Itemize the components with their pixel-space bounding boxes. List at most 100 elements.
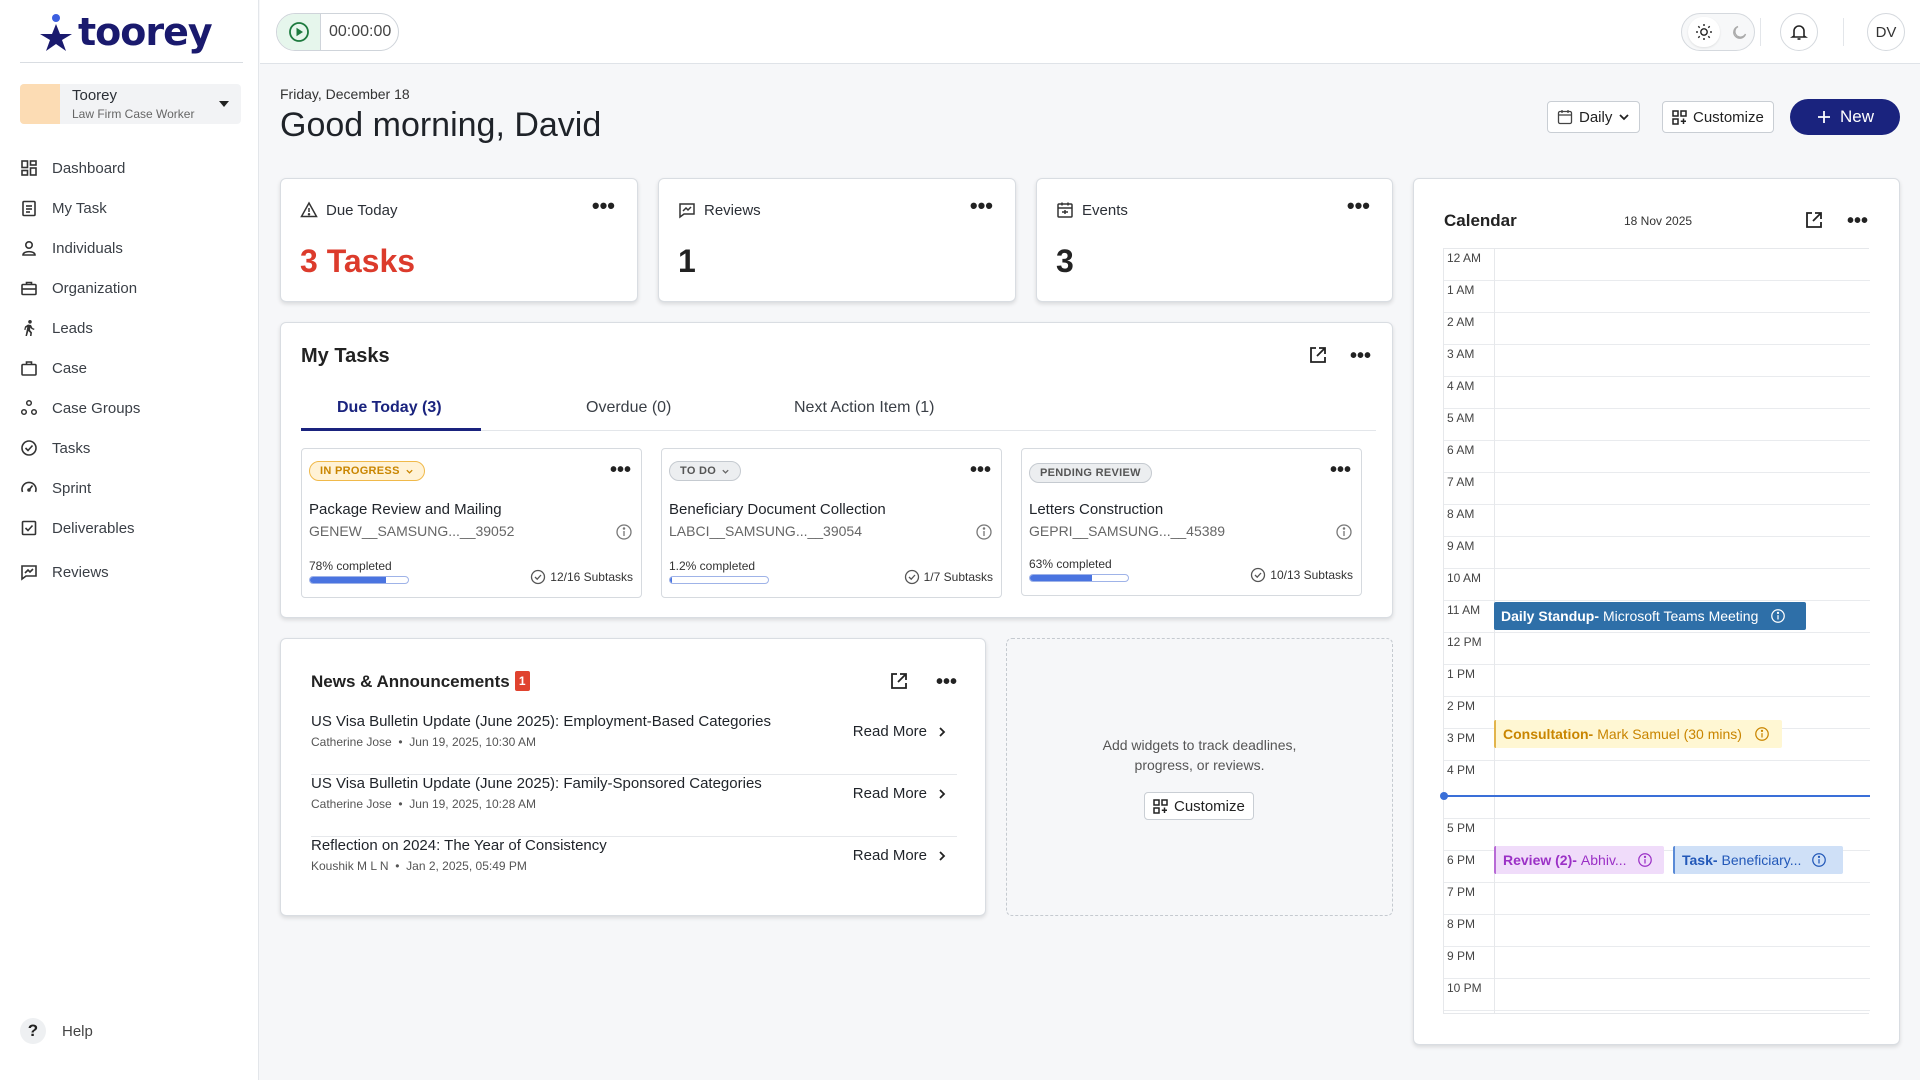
more-options-icon[interactable]: ••• xyxy=(970,195,993,217)
sidebar-item-case-groups[interactable]: Case Groups xyxy=(20,388,240,428)
customize-button[interactable]: Customize xyxy=(1662,101,1774,133)
calendar-event[interactable]: Daily Standup- Microsoft Teams Meeting xyxy=(1494,602,1806,630)
chevron-down-icon xyxy=(722,469,729,474)
news-item[interactable]: US Visa Bulletin Update (June 2025): Emp… xyxy=(311,713,957,775)
task-card[interactable]: PENDING REVIEW ••• Letters Construction … xyxy=(1021,448,1362,596)
sidebar-item-label: Individuals xyxy=(52,239,123,257)
hour-label: 5 PM xyxy=(1447,821,1476,835)
hour-row: 12 AM xyxy=(1444,249,1870,281)
news-item[interactable]: US Visa Bulletin Update (June 2025): Fam… xyxy=(311,775,957,837)
new-button[interactable]: New xyxy=(1790,99,1900,135)
news-date: Jun 19, 2025, 10:28 AM xyxy=(409,797,537,811)
sidebar-item-label: Sprint xyxy=(52,479,92,497)
warning-icon xyxy=(300,201,318,218)
chevron-right-icon xyxy=(939,788,946,799)
calendar-event[interactable]: Consultation- Mark Samuel (30 mins) xyxy=(1494,720,1782,748)
hour-label: 4 AM xyxy=(1447,379,1475,393)
task-card[interactable]: TO DO ••• Beneficiary Document Collectio… xyxy=(661,448,1002,598)
more-options-icon[interactable]: ••• xyxy=(610,460,631,480)
subtasks-count: 12/16 Subtasks xyxy=(530,569,633,585)
more-options-icon[interactable]: ••• xyxy=(1330,460,1351,480)
sidebar-item-dashboard[interactable]: Dashboard xyxy=(20,148,240,188)
sidebar-item-organization[interactable]: Organization xyxy=(20,268,240,308)
notifications-button[interactable] xyxy=(1780,13,1818,51)
kpi-card-reviews[interactable]: Reviews ••• 1 xyxy=(658,178,1016,302)
customize-widgets-button[interactable]: Customize xyxy=(1144,792,1254,820)
more-options-icon[interactable]: ••• xyxy=(1350,346,1371,366)
info-icon[interactable] xyxy=(1811,852,1827,868)
open-external-icon[interactable] xyxy=(889,671,909,691)
check-circle-icon xyxy=(531,569,546,585)
progress-bar xyxy=(669,576,769,584)
more-options-icon[interactable]: ••• xyxy=(970,460,991,480)
tab-next-action[interactable]: Next Action Item (1) xyxy=(794,399,935,417)
sidebar-item-leads[interactable]: Leads xyxy=(20,308,240,348)
info-icon[interactable] xyxy=(1754,726,1770,742)
news-widget: News & Announcements 1 ••• US Visa Bullet… xyxy=(280,638,986,916)
my-tasks-title: My Tasks xyxy=(301,345,390,367)
event-detail: Abhiv... xyxy=(1580,852,1627,868)
hour-label: 2 PM xyxy=(1447,699,1476,713)
sidebar-item-case[interactable]: Case xyxy=(20,348,240,388)
sidebar-item-reviews[interactable]: Reviews xyxy=(20,552,240,592)
hour-label: 2 AM xyxy=(1447,315,1475,329)
theme-toggle[interactable] xyxy=(1681,13,1755,51)
read-more-label: Read More xyxy=(852,847,927,864)
time-tracker[interactable]: 00:00:00 xyxy=(276,13,399,51)
sidebar-nav: Dashboard My Task Individuals Organizati… xyxy=(20,148,240,592)
subtasks-count: 10/13 Subtasks xyxy=(1250,567,1353,583)
read-more-link[interactable]: Read More xyxy=(853,723,947,740)
more-options-icon[interactable]: ••• xyxy=(592,195,615,217)
play-button[interactable] xyxy=(277,14,321,50)
view-select[interactable]: Daily xyxy=(1547,101,1641,133)
news-item[interactable]: Reflection on 2024: The Year of Consiste… xyxy=(311,837,957,899)
status-badge[interactable]: PENDING REVIEW xyxy=(1029,463,1152,483)
active-tab-indicator xyxy=(301,428,481,431)
task-title: Letters Construction xyxy=(1029,501,1164,518)
sidebar-item-tasks[interactable]: Tasks xyxy=(20,428,240,468)
more-options-icon[interactable]: ••• xyxy=(1347,195,1370,217)
sidebar-item-sprint[interactable]: Sprint xyxy=(20,468,240,508)
status-badge[interactable]: TO DO xyxy=(669,461,742,481)
help-link[interactable]: ? Help xyxy=(20,1018,93,1044)
kpi-card-due-today[interactable]: Due Today ••• 3 Tasks xyxy=(280,178,638,302)
read-more-link[interactable]: Read More xyxy=(853,785,947,802)
chevron-down-icon xyxy=(406,469,413,474)
open-external-icon[interactable] xyxy=(1308,345,1328,365)
info-icon[interactable] xyxy=(975,523,993,541)
progress-bar xyxy=(1029,574,1129,582)
task-case-code: GEPRI__SAMSUNG...__45389 xyxy=(1029,523,1226,539)
info-icon[interactable] xyxy=(1770,608,1786,624)
tab-due-today[interactable]: Due Today (3) xyxy=(337,399,442,417)
sidebar-item-deliverables[interactable]: Deliverables xyxy=(20,508,240,548)
sidebar-item-individuals[interactable]: Individuals xyxy=(20,228,240,268)
more-options-icon[interactable]: ••• xyxy=(1847,211,1868,231)
caret-down-icon xyxy=(219,101,229,107)
info-icon[interactable] xyxy=(1637,852,1653,868)
org-switcher[interactable]: Toorey Law Firm Case Worker xyxy=(20,84,241,124)
status-label: TO DO xyxy=(680,465,717,477)
open-external-icon[interactable] xyxy=(1804,210,1824,230)
checklist-icon xyxy=(21,520,37,536)
sidebar-item-label: Case xyxy=(52,359,88,377)
toorey-logo[interactable]: toorey xyxy=(36,10,213,54)
read-more-link[interactable]: Read More xyxy=(853,847,947,864)
hour-row: 8 PM xyxy=(1444,915,1870,947)
sun-icon[interactable] xyxy=(1688,17,1720,47)
moon-icon[interactable] xyxy=(1732,24,1748,40)
calendar-event[interactable]: Task- Beneficiary... xyxy=(1673,846,1843,874)
status-label: IN PROGRESS xyxy=(320,465,400,477)
calendar-event[interactable]: Review (2)- Abhiv... xyxy=(1494,846,1664,874)
sidebar-item-my-task[interactable]: My Task xyxy=(20,188,240,228)
review-icon xyxy=(679,203,695,219)
kpi-card-events[interactable]: Events ••• 3 xyxy=(1036,178,1393,302)
more-options-icon[interactable]: ••• xyxy=(936,672,957,692)
info-icon[interactable] xyxy=(1335,523,1353,541)
info-icon[interactable] xyxy=(615,523,633,541)
hour-label: 3 AM xyxy=(1447,347,1475,361)
status-badge[interactable]: IN PROGRESS xyxy=(309,461,425,481)
task-card[interactable]: IN PROGRESS ••• Package Review and Maili… xyxy=(301,448,642,598)
user-avatar[interactable]: DV xyxy=(1867,13,1905,51)
tab-overdue[interactable]: Overdue (0) xyxy=(586,399,671,417)
subtasks-label: 12/16 Subtasks xyxy=(550,570,633,584)
